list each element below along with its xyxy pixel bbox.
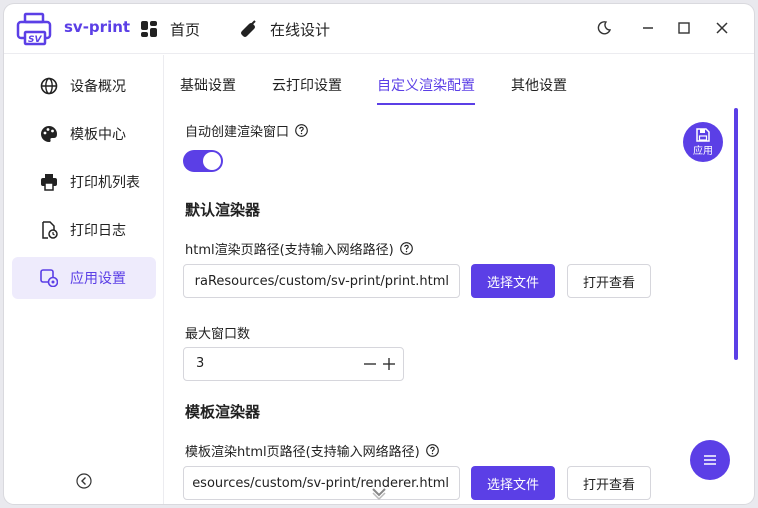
plus-icon[interactable]	[382, 357, 396, 371]
maximize-icon	[678, 22, 690, 34]
nav-online-design[interactable]: 在线设计	[240, 14, 330, 44]
save-icon	[696, 127, 710, 142]
design-brush-icon	[241, 20, 256, 37]
max-windows-stepper[interactable]: 3	[183, 347, 404, 381]
sidebar-item-label: 设备概况	[70, 79, 126, 95]
sidebar-item-label: 模板中心	[70, 127, 126, 143]
tab-basic-settings[interactable]: 基础设置	[180, 75, 236, 95]
tab-other-settings[interactable]: 其他设置	[511, 75, 567, 95]
moon-icon	[597, 21, 611, 35]
sidebar-item-label: 应用设置	[70, 271, 126, 287]
choose-file-button[interactable]: 选择文件	[471, 264, 555, 298]
nav-home-label: 首页	[170, 20, 201, 39]
log-document-icon	[42, 221, 58, 239]
html-path-label: html渲染页路径(支持输入网络路径)	[185, 243, 394, 258]
help-icon[interactable]	[399, 242, 413, 255]
auto-window-label: 自动创建渲染窗口	[185, 125, 290, 140]
max-windows-label: 最大窗口数	[185, 323, 250, 342]
theme-toggle-button[interactable]	[594, 18, 614, 38]
auto-window-label-row: 自动创建渲染窗口	[185, 121, 308, 140]
template-path-input[interactable]: esources/custom/sv-print/renderer.html	[183, 466, 460, 500]
collapse-sidebar-icon[interactable]	[76, 473, 92, 489]
template-renderer-heading: 模板渲染器	[185, 403, 261, 421]
title-bar: SV sv-print 首页 在线设计	[4, 4, 754, 54]
nav-design-label: 在线设计	[270, 20, 331, 39]
sidebar-item-app-settings[interactable]: 应用设置	[12, 257, 156, 299]
printer-logo-icon: SV	[16, 12, 52, 46]
help-icon[interactable]	[295, 124, 308, 137]
tab-custom-render-config[interactable]: 自定义渲染配置	[377, 75, 475, 95]
template-path-label-row: 模板渲染html页路径(支持输入网络路径)	[185, 441, 439, 460]
html-path-input[interactable]: raResources/custom/sv-print/print.html	[183, 264, 460, 298]
settings-cog-icon	[40, 269, 58, 287]
max-windows-label-text: 最大窗口数	[185, 327, 251, 342]
template-path-label: 模板渲染html页路径(支持输入网络路径)	[185, 445, 420, 460]
main-panel: 基础设置 云打印设置 自定义渲染配置 其他设置 自动创建渲染窗口 默认渲染器 h…	[165, 55, 754, 504]
sidebar-item-printer-list[interactable]: 打印机列表	[12, 161, 156, 203]
sidebar-item-print-log[interactable]: 打印日志	[12, 209, 156, 251]
close-button[interactable]	[712, 18, 732, 38]
settings-form: 自动创建渲染窗口 默认渲染器 html渲染页路径(支持输入网络路径) raRes…	[165, 105, 740, 504]
minimize-button[interactable]	[638, 18, 658, 38]
help-icon[interactable]	[425, 444, 439, 457]
apply-label: 应用	[693, 145, 713, 157]
close-icon	[716, 22, 728, 34]
open-view-button[interactable]: 打开查看	[567, 264, 651, 298]
menu-icon	[704, 455, 716, 465]
menu-button[interactable]	[690, 440, 730, 480]
scrollbar-thumb[interactable]	[734, 108, 738, 360]
app-name: sv-print	[64, 18, 131, 36]
sidebar-item-label: 打印日志	[70, 223, 126, 239]
nav-home[interactable]: 首页	[140, 14, 200, 44]
choose-template-file-button[interactable]: 选择文件	[471, 466, 555, 500]
html-path-label-row: html渲染页路径(支持输入网络路径)	[185, 239, 413, 258]
minus-icon[interactable]	[363, 357, 377, 371]
sidebar: 设备概况 模板中心 打印机列表 打印日志 应用设置	[4, 55, 164, 504]
tab-cloud-print-settings[interactable]: 云打印设置	[272, 75, 342, 95]
toggle-knob	[203, 152, 221, 170]
sidebar-item-label: 打印机列表	[70, 175, 140, 191]
scroll-down-chevron-icon[interactable]	[370, 486, 388, 500]
apply-button[interactable]: 应用	[683, 122, 723, 162]
settings-tabs: 基础设置 云打印设置 自定义渲染配置 其他设置	[165, 55, 754, 105]
default-renderer-heading: 默认渲染器	[185, 201, 261, 219]
auto-window-toggle[interactable]	[183, 150, 223, 172]
sidebar-item-template-center[interactable]: 模板中心	[12, 113, 156, 155]
maximize-button[interactable]	[674, 18, 694, 38]
printer-icon	[41, 174, 57, 191]
globe-icon	[40, 77, 58, 95]
sidebar-item-device-overview[interactable]: 设备概况	[12, 65, 156, 107]
dashboard-icon	[141, 21, 157, 37]
max-windows-value[interactable]: 3	[196, 356, 204, 371]
palette-icon	[41, 126, 57, 142]
minimize-icon	[643, 27, 653, 29]
app-window: SV sv-print 首页 在线设计 设备概况 模板中心 打印机列表 打印日志…	[4, 4, 754, 504]
svg-text:SV: SV	[28, 35, 42, 45]
open-template-view-button[interactable]: 打开查看	[567, 466, 651, 500]
